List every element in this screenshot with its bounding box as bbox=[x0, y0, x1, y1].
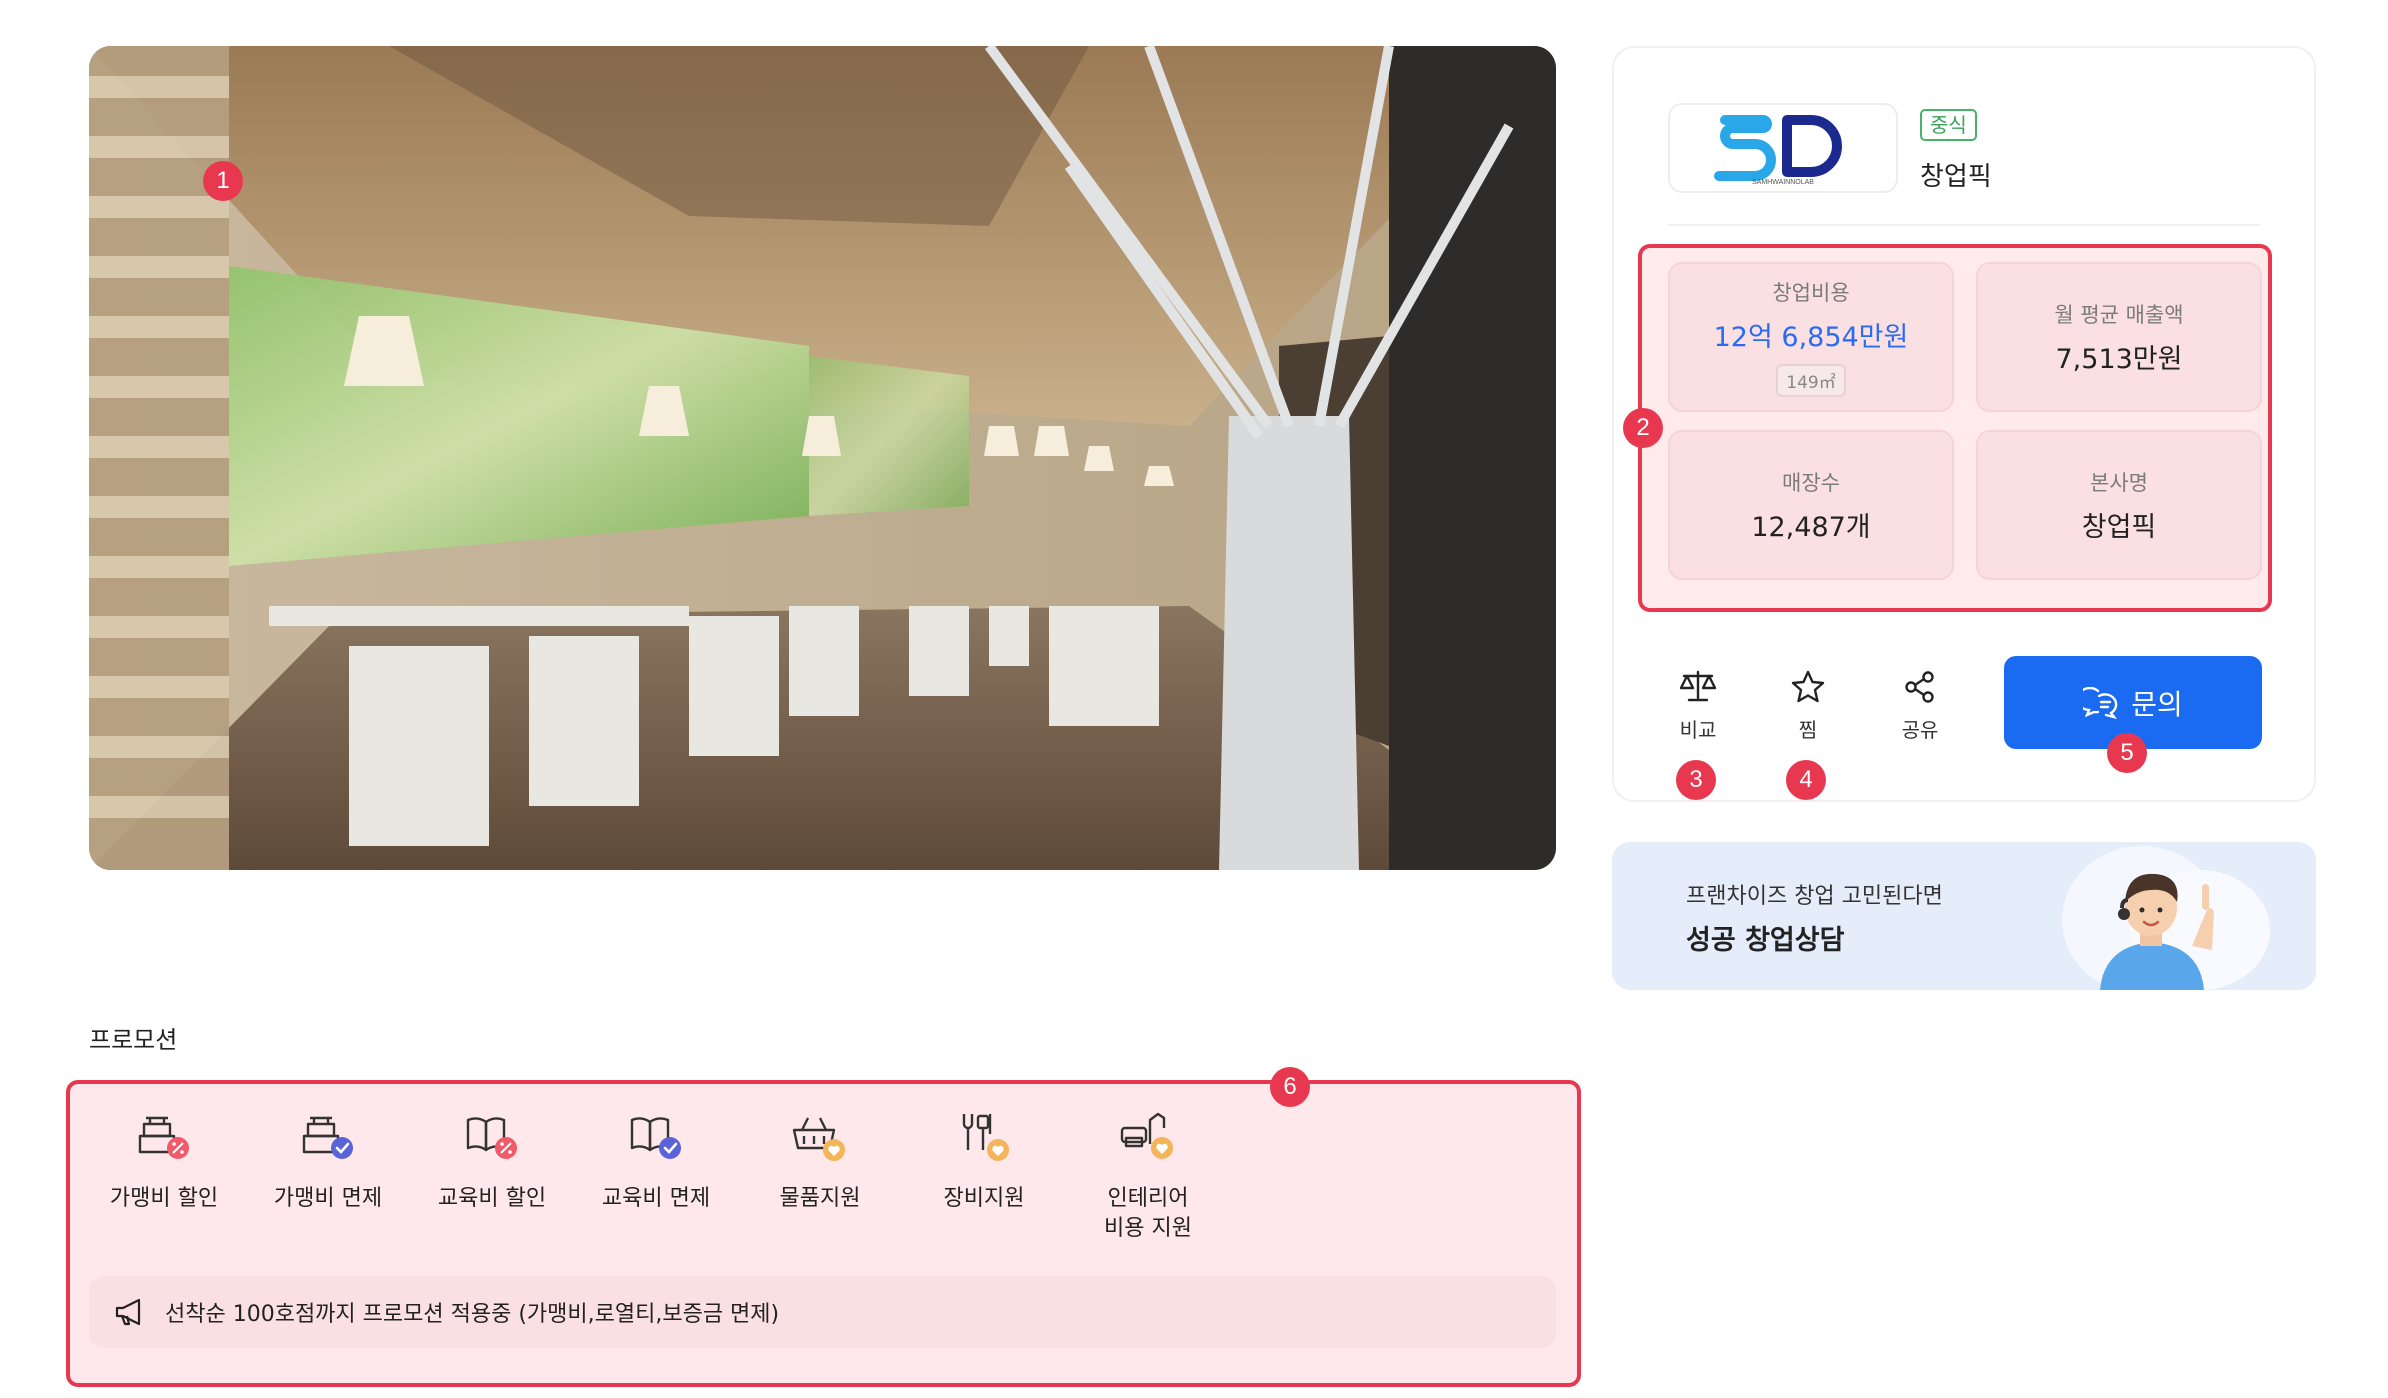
category-tag: 중식 bbox=[1920, 109, 1977, 141]
stat-value: 12,487개 bbox=[1751, 511, 1871, 543]
annotation-badge-1: 1 bbox=[203, 161, 243, 201]
stat-label: 매장수 bbox=[1782, 470, 1840, 495]
annotation-badge-5: 5 bbox=[2107, 733, 2147, 773]
stat-label: 창업비용 bbox=[1772, 281, 1850, 305]
education-fee-exempt-icon bbox=[630, 1117, 681, 1159]
promo-item-education-fee-exempt: 교육비 면제 bbox=[574, 1106, 738, 1214]
favorite-label: 찜 bbox=[1798, 718, 1818, 742]
interior-support-icon bbox=[1120, 1112, 1173, 1159]
restaurant-interior-illustration bbox=[89, 46, 1556, 870]
share-button[interactable]: 공유 bbox=[1880, 668, 1960, 743]
promo-label: 장비지원 bbox=[943, 1186, 1025, 1211]
promo-item-interior-support: 인테리어 비용 지원 bbox=[1066, 1106, 1230, 1244]
stat-monthly-sales: 월 평균 매출액 7,513만원 bbox=[1976, 262, 2262, 412]
chat-bubble-icon bbox=[2083, 686, 2118, 719]
consult-title: 성공 창업상담 bbox=[1686, 925, 1845, 956]
megaphone-icon bbox=[115, 1298, 141, 1326]
promotion-title: 프로모션 bbox=[89, 1026, 178, 1054]
promo-item-franchise-fee-exempt: 가맹비 면제 bbox=[246, 1106, 410, 1214]
brand-logo: SAMHWAINNOLAB bbox=[1668, 103, 1898, 193]
franchise-fee-discount-icon bbox=[138, 1116, 189, 1159]
franchise-fee-exempt-icon bbox=[302, 1116, 353, 1159]
stat-value: 창업픽 bbox=[2081, 511, 2157, 543]
goods-support-icon bbox=[792, 1117, 845, 1161]
compare-label: 비교 bbox=[1679, 718, 1717, 742]
stat-store-count: 매장수 12,487개 bbox=[1668, 430, 1954, 580]
consult-subtitle: 프랜차이즈 창업 고민된다면 bbox=[1686, 884, 1943, 909]
stat-value: 12억 6,854만원 bbox=[1713, 322, 1909, 353]
brand-name: 창업픽 bbox=[1920, 162, 1992, 192]
consultant-character-icon bbox=[2062, 846, 2270, 990]
inquiry-label: 문의 bbox=[2131, 687, 2183, 721]
annotation-badge-6: 6 bbox=[1270, 1067, 1310, 1107]
consult-banner[interactable]: 프랜차이즈 창업 고민된다면 성공 창업상담 bbox=[1612, 842, 2316, 990]
store-area-badge: 149㎡ bbox=[1776, 364, 1846, 397]
equipment-support-icon bbox=[962, 1114, 1009, 1161]
promo-label: 교육비 면제 bbox=[601, 1186, 711, 1211]
divider bbox=[1668, 224, 2260, 226]
promo-label: 가맹비 할인 bbox=[109, 1186, 219, 1211]
promo-label: 물품지원 bbox=[779, 1186, 861, 1211]
promo-label: 교육비 할인 bbox=[437, 1186, 547, 1211]
favorite-button[interactable]: 찜 bbox=[1768, 668, 1848, 743]
star-icon bbox=[1791, 670, 1825, 703]
promo-label: 인테리어 비용 지원 bbox=[1104, 1186, 1192, 1241]
store-photo bbox=[89, 46, 1556, 870]
svg-text:SAMHWAINNOLAB: SAMHWAINNOLAB bbox=[1752, 179, 1814, 186]
promotion-notice-text: 선착순 100호점까지 프로모션 적용중 (가맹비,로열티,보증금 면제) bbox=[165, 1302, 780, 1327]
education-fee-discount-icon bbox=[466, 1117, 517, 1159]
stat-startup-cost: 창업비용 12억 6,854만원 149㎡ bbox=[1668, 262, 1954, 412]
stat-label: 월 평균 매출액 bbox=[2054, 302, 2184, 327]
promo-item-education-fee-discount: 교육비 할인 bbox=[410, 1106, 574, 1214]
compare-icon bbox=[1679, 670, 1717, 702]
annotation-badge-4: 4 bbox=[1786, 760, 1826, 800]
sd-logo-icon: SAMHWAINNOLAB bbox=[1714, 115, 1842, 186]
stat-label: 본사명 bbox=[2090, 470, 2148, 495]
annotation-badge-2: 2 bbox=[1623, 408, 1663, 448]
stat-value: 7,513만원 bbox=[2055, 343, 2183, 375]
promo-label: 가맹비 면제 bbox=[273, 1186, 383, 1211]
stat-hq-name: 본사명 창업픽 bbox=[1976, 430, 2262, 580]
promotion-notice: 선착순 100호점까지 프로모션 적용중 (가맹비,로열티,보증금 면제) bbox=[89, 1276, 1556, 1348]
share-icon bbox=[1905, 671, 1934, 703]
promo-item-equipment-support: 장비지원 bbox=[902, 1106, 1066, 1214]
annotation-badge-3: 3 bbox=[1676, 760, 1716, 800]
promo-item-goods-support: 물품지원 bbox=[738, 1106, 902, 1214]
promo-item-franchise-fee-discount: 가맹비 할인 bbox=[82, 1106, 246, 1214]
share-label: 공유 bbox=[1901, 718, 1939, 742]
compare-button[interactable]: 비교 bbox=[1658, 668, 1738, 743]
